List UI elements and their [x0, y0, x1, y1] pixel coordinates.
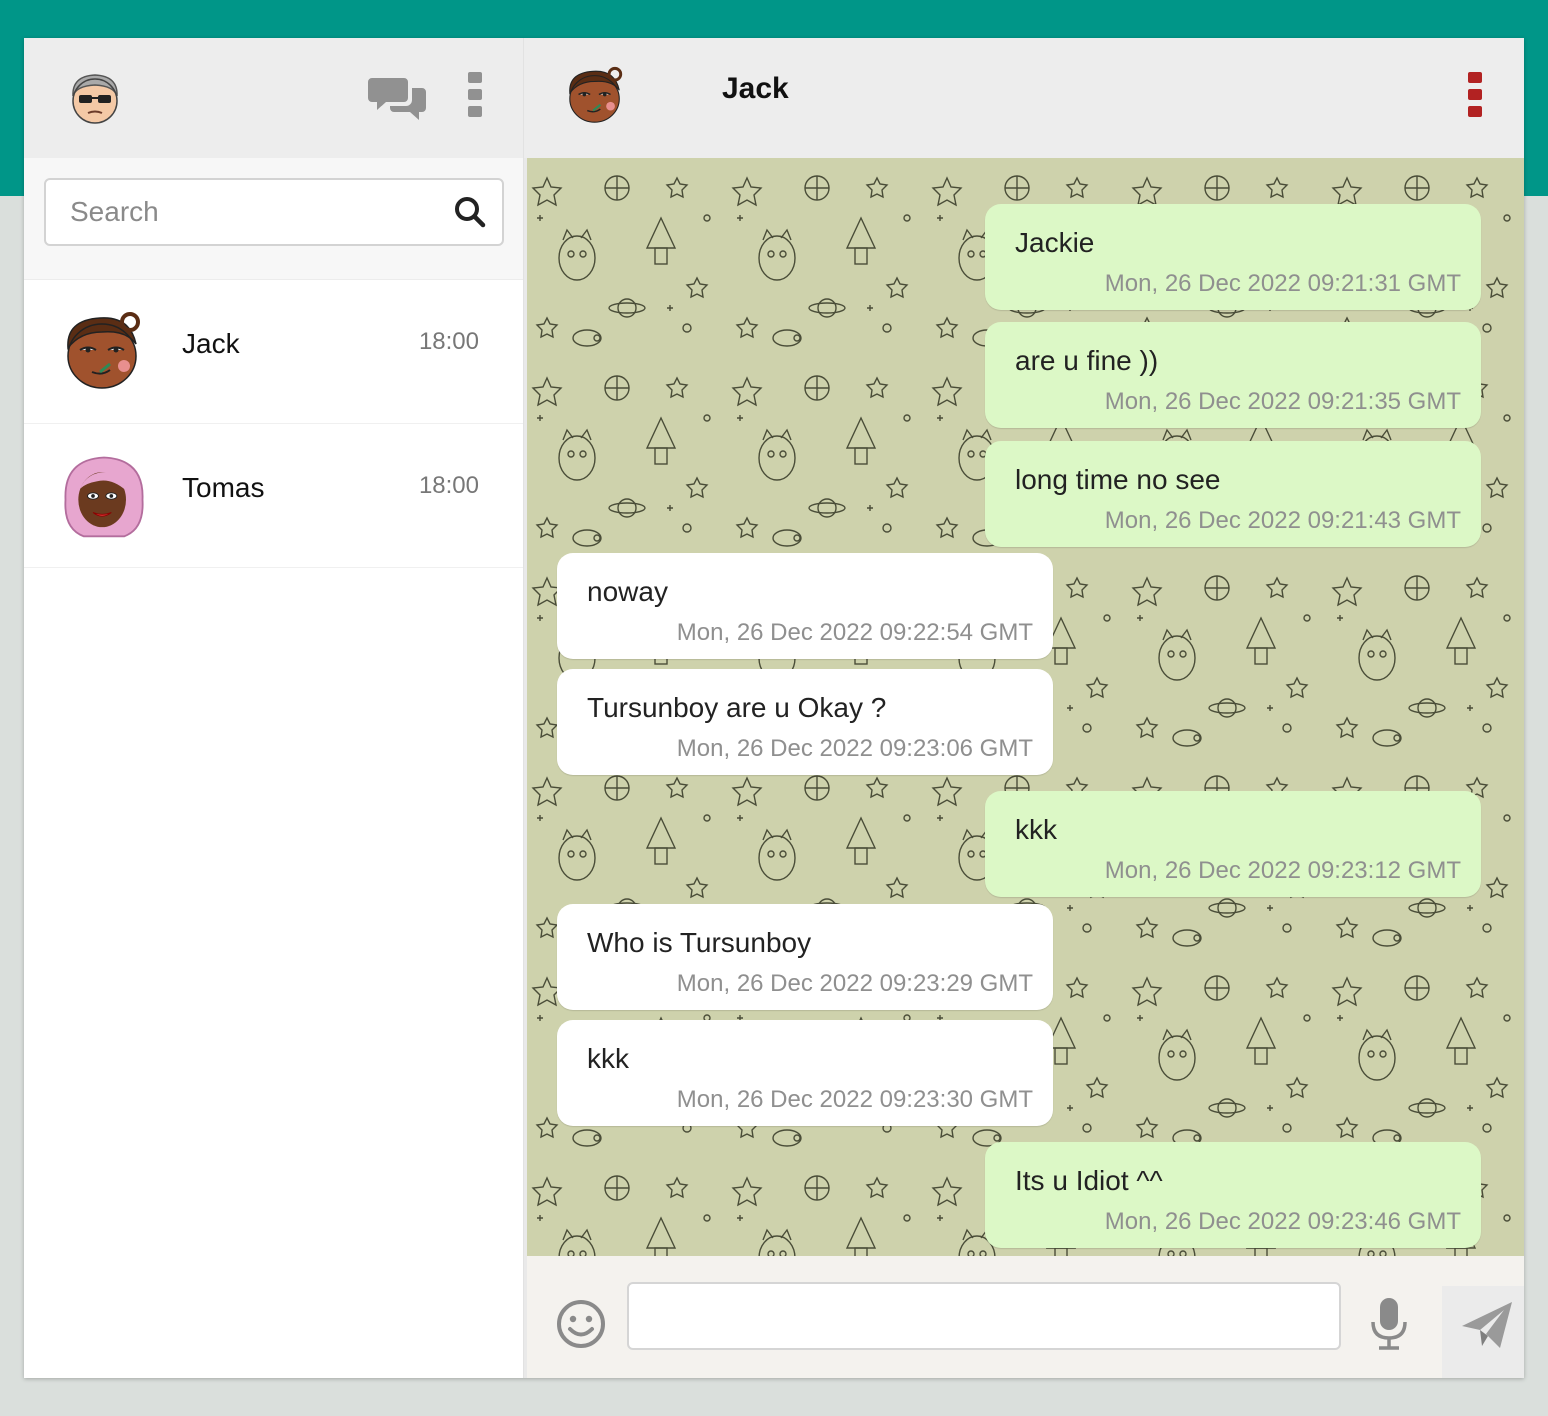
message-timestamp: Mon, 26 Dec 2022 09:21:43 GMT: [1104, 507, 1461, 534]
search-input[interactable]: [46, 180, 446, 244]
contact-name: Tomas: [182, 472, 265, 503]
message-text: Who is Tursunboy: [587, 927, 812, 958]
message-timestamp: Mon, 26 Dec 2022 09:23:06 GMT: [676, 735, 1033, 762]
chat-panel: Jack Jackie Mon, 26 Dec 2022 09:21:31 GM…: [524, 38, 1524, 1378]
search-box: [44, 178, 504, 246]
message-bubble-incoming[interactable]: Tursunboy are u Okay ? Mon, 26 Dec 2022 …: [557, 669, 1053, 775]
chat-menu-icon[interactable]: [1466, 70, 1484, 120]
message-text: Tursunboy are u Okay ?: [587, 692, 887, 723]
chat-header: Jack: [524, 38, 1524, 158]
message-bubble-incoming[interactable]: noway Mon, 26 Dec 2022 09:22:54 GMT: [557, 553, 1053, 659]
message-text: Its u Idiot ^^: [1015, 1165, 1163, 1196]
message-text: long time no see: [1015, 464, 1221, 495]
peer-name: Jack: [722, 72, 789, 105]
message-timestamp: Mon, 26 Dec 2022 09:23:30 GMT: [676, 1086, 1033, 1113]
search-bar: [24, 158, 523, 280]
message-timestamp: Mon, 26 Dec 2022 09:21:31 GMT: [1104, 270, 1461, 297]
message-text: Jackie: [1015, 227, 1095, 258]
peer-avatar[interactable]: [564, 64, 628, 128]
sidebar-header: [24, 38, 523, 158]
contact-name: Jack: [182, 328, 240, 359]
microphone-icon[interactable]: [1369, 1296, 1409, 1352]
message-timestamp: Mon, 26 Dec 2022 09:23:46 GMT: [1104, 1208, 1461, 1235]
message-timestamp: Mon, 26 Dec 2022 09:23:12 GMT: [1104, 857, 1461, 884]
send-button[interactable]: [1442, 1286, 1524, 1378]
message-text: kkk: [1015, 814, 1057, 845]
message-list: Jackie Mon, 26 Dec 2022 09:21:31 GMT are…: [527, 158, 1524, 1256]
message-timestamp: Mon, 26 Dec 2022 09:22:54 GMT: [676, 619, 1033, 646]
messenger-app: Jack 18:00 Tomas 18:00: [24, 38, 1524, 1378]
contact-time: 18:00: [418, 472, 479, 499]
message-bubble-outgoing[interactable]: Its u Idiot ^^ Mon, 26 Dec 2022 09:23:46…: [985, 1142, 1481, 1248]
contact-item-tomas[interactable]: Tomas 18:00: [24, 424, 523, 568]
my-avatar[interactable]: [64, 68, 126, 130]
message-timestamp: Mon, 26 Dec 2022 09:23:29 GMT: [676, 970, 1033, 997]
message-input[interactable]: [627, 1282, 1341, 1350]
message-bubble-outgoing[interactable]: long time no see Mon, 26 Dec 2022 09:21:…: [985, 441, 1481, 547]
paper-plane-icon: [1462, 1302, 1512, 1348]
message-bubble-incoming[interactable]: Who is Tursunboy Mon, 26 Dec 2022 09:23:…: [557, 904, 1053, 1010]
message-bubble-outgoing[interactable]: Jackie Mon, 26 Dec 2022 09:21:31 GMT: [985, 204, 1481, 310]
sidebar-menu-icon[interactable]: [466, 70, 484, 120]
sidebar: Jack 18:00 Tomas 18:00: [24, 38, 524, 1378]
message-bubble-outgoing[interactable]: kkk Mon, 26 Dec 2022 09:23:12 GMT: [985, 791, 1481, 897]
chat-messages-area[interactable]: Jackie Mon, 26 Dec 2022 09:21:31 GMT are…: [524, 158, 1524, 1256]
new-chat-icon[interactable]: [368, 74, 428, 124]
contact-item-jack[interactable]: Jack 18:00: [24, 280, 523, 424]
avatar: [67, 312, 140, 389]
avatar: [64, 456, 144, 538]
smiley-icon[interactable]: [555, 1298, 607, 1350]
message-text: are u fine )): [1015, 345, 1159, 376]
message-text: noway: [587, 576, 668, 607]
contact-time: 18:00: [418, 328, 479, 355]
message-timestamp: Mon, 26 Dec 2022 09:21:35 GMT: [1104, 388, 1461, 415]
message-bubble-incoming[interactable]: kkk Mon, 26 Dec 2022 09:23:30 GMT: [557, 1020, 1053, 1126]
message-composer: [524, 1256, 1524, 1378]
message-text: kkk: [587, 1043, 629, 1074]
search-icon[interactable]: [454, 196, 486, 228]
message-bubble-outgoing[interactable]: are u fine )) Mon, 26 Dec 2022 09:21:35 …: [985, 322, 1481, 428]
